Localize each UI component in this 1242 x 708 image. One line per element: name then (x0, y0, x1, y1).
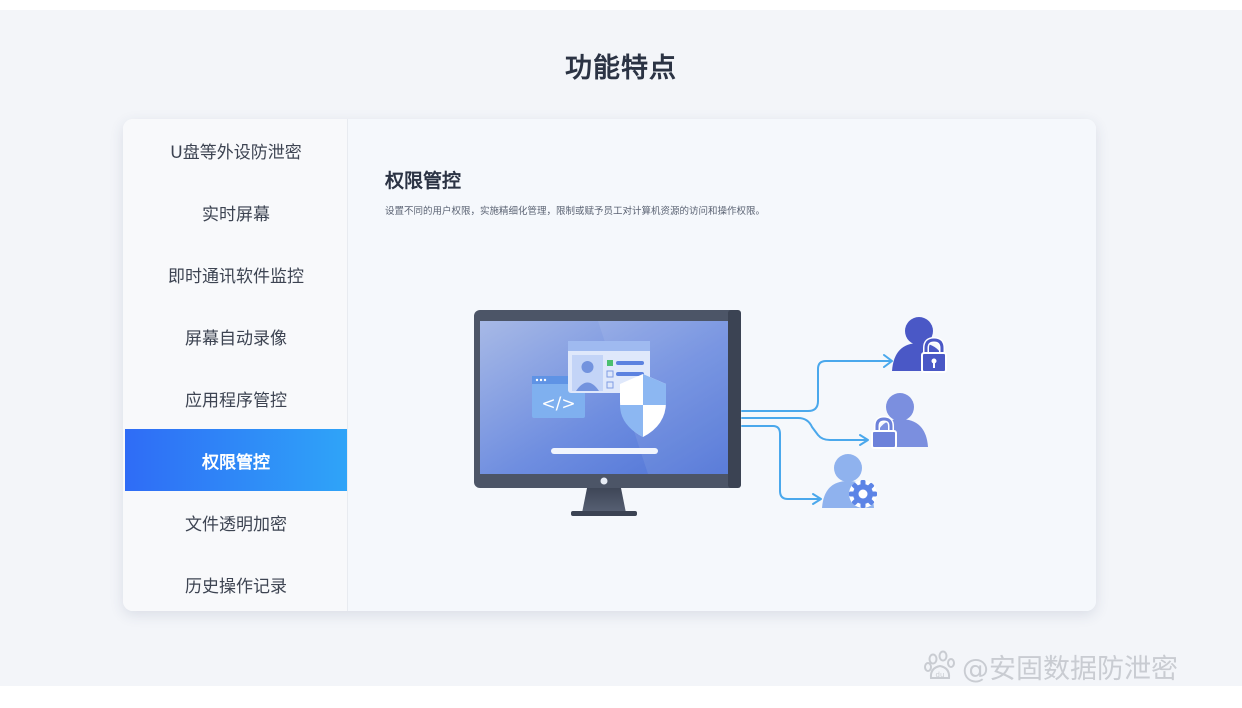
sidebar-item-permission-control[interactable]: 权限管控 (125, 429, 347, 491)
sidebar-item-history-log[interactable]: 历史操作记录 (125, 553, 347, 611)
monitor-icon (474, 310, 741, 516)
svg-text:</>: </> (541, 394, 575, 414)
feature-sidebar: U盘等外设防泄密 实时屏幕 即时通讯软件监控 屏幕自动录像 应用程序管控 权限管… (123, 119, 348, 611)
page-title: 功能特点 (565, 53, 677, 84)
watermark: du @安固数据防泄密 (924, 646, 1178, 686)
feature-card: U盘等外设防泄密 实时屏幕 即时通讯软件监控 屏幕自动录像 应用程序管控 权限管… (123, 119, 1096, 611)
svg-text:du: du (936, 671, 945, 679)
permission-illustration: </> (474, 310, 947, 516)
sidebar-item-screen-recording[interactable]: 屏幕自动录像 (125, 305, 347, 367)
sidebar-item-im-monitor[interactable]: 即时通讯软件监控 (125, 243, 347, 305)
user-lock-icon (871, 393, 928, 449)
feature-content: 权限管控 设置不同的用户权限，实施精细化管理，限制或赋予员工对计算机资源的访问和… (348, 119, 1096, 611)
watermark-text: @安固数据防泄密 (962, 653, 1178, 685)
sidebar-item-realtime-screen[interactable]: 实时屏幕 (125, 181, 347, 243)
baidu-paw-icon: du (924, 650, 955, 679)
sidebar-item-file-encryption[interactable]: 文件透明加密 (125, 491, 347, 553)
page-background: 功能特点 U盘等外设防泄密 实时屏幕 即时通讯软件监控 屏幕自动录像 应用程序管… (0, 10, 1242, 686)
sidebar-item-app-control[interactable]: 应用程序管控 (125, 367, 347, 429)
user-lock-icon (892, 317, 947, 373)
user-gear-icon (822, 454, 877, 508)
sidebar-item-usb[interactable]: U盘等外设防泄密 (125, 119, 347, 181)
